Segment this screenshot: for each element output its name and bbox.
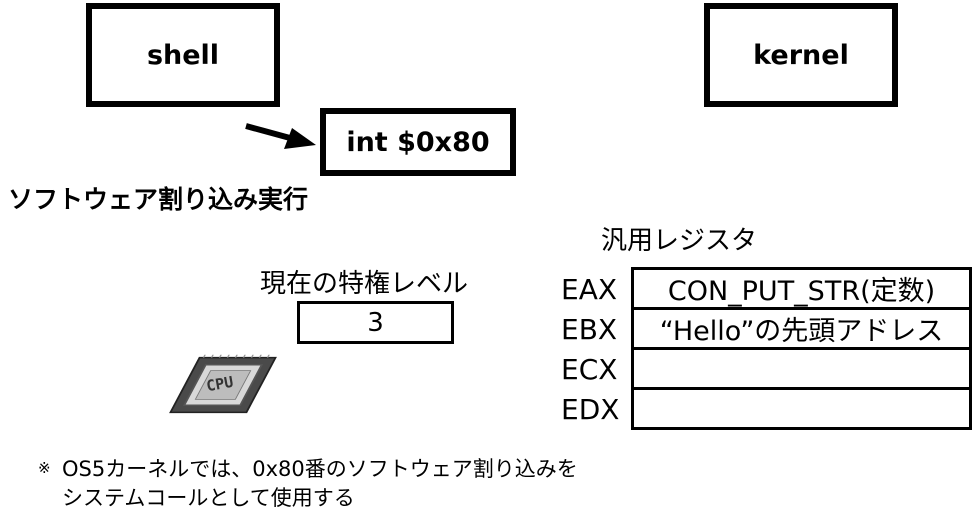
register-ebx-name: EBX	[561, 313, 618, 346]
register-edx-value	[631, 387, 972, 430]
cpu-icon: CPU	[169, 354, 277, 414]
register-edx-name: EDX	[561, 393, 620, 426]
shell-box: shell	[86, 3, 280, 107]
footnote-mark: ※	[38, 459, 51, 477]
kernel-box: kernel	[704, 3, 898, 107]
privilege-level-label: 現在の特権レベル	[260, 269, 469, 299]
privilege-level-value: 3	[297, 301, 454, 344]
register-ecx-value	[631, 347, 972, 390]
privilege-level-number: 3	[367, 307, 384, 338]
register-eax-name: EAX	[561, 273, 618, 306]
register-eax-value: CON_PUT_STR(定数)	[631, 267, 972, 310]
shell-label: shell	[146, 39, 220, 71]
instruction-label: int $0x80	[346, 126, 490, 158]
instruction-box: int $0x80	[320, 108, 516, 176]
kernel-label: kernel	[753, 39, 849, 71]
footnote-line-2: システムコールとして使用する	[62, 486, 355, 510]
footnote-line-1: OS5カーネルでは、0x80番のソフトウェア割り込みを	[62, 457, 578, 481]
registers-title: 汎用レジスタ	[601, 226, 758, 256]
register-ecx-name: ECX	[561, 353, 618, 386]
register-ebx-value: “Hello”の先頭アドレス	[631, 307, 972, 350]
software-interrupt-heading: ソフトウェア割り込み実行	[8, 185, 309, 214]
